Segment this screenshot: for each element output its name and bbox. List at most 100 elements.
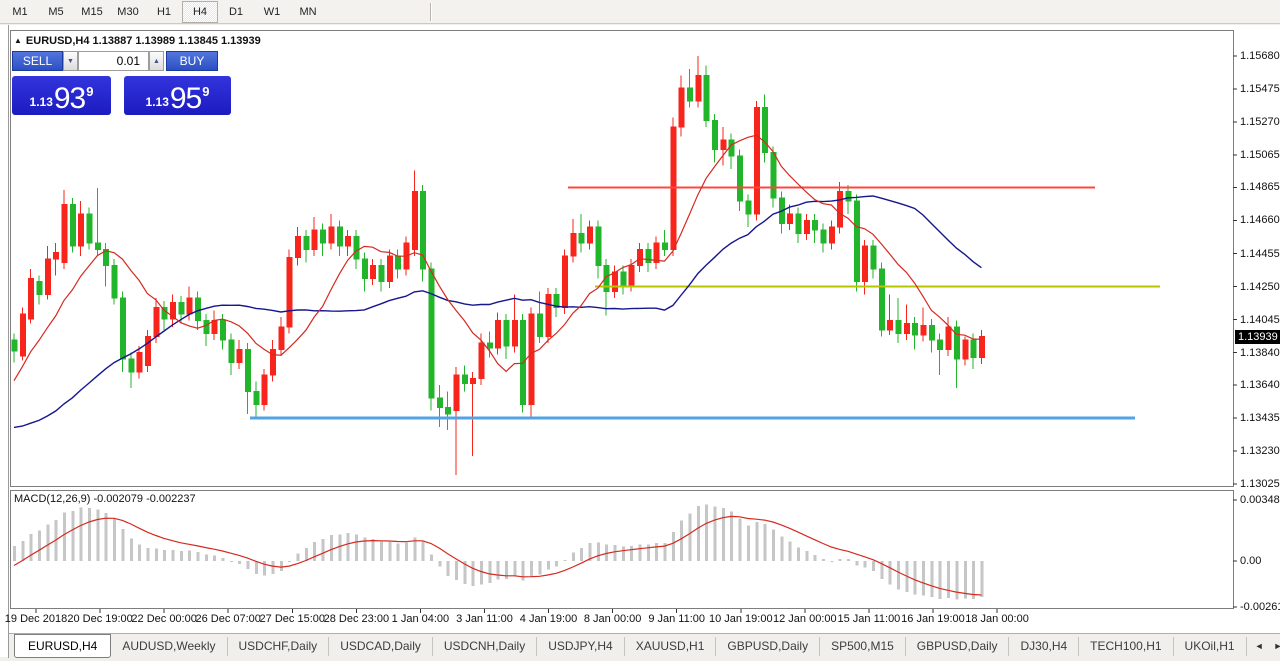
tab-scroll-right-icon[interactable]: ► — [1273, 641, 1280, 651]
buy-price-pip: 9 — [202, 84, 209, 99]
macd-histogram-bar — [772, 530, 775, 561]
time-tick-label: 22 Dec 00:00 — [131, 613, 196, 625]
volume-input[interactable]: 0.01 — [78, 51, 149, 71]
candle-body — [362, 259, 367, 278]
candle-body — [87, 214, 92, 243]
candle-body — [262, 375, 267, 404]
chart-tab-ukoil-h1[interactable]: UKOil,H1 — [1174, 637, 1247, 656]
price-tick-label: 1.15065 — [1240, 149, 1280, 161]
volume-increase-button[interactable]: ▲ — [149, 51, 164, 71]
macd-histogram-bar — [830, 561, 833, 562]
candle-body — [562, 256, 567, 308]
chart-tab-eurusd-h4[interactable]: EURUSD,H4 — [14, 634, 111, 658]
candle-body — [654, 243, 659, 262]
symbol-tabs: EURUSD,H4AUDUSD,WeeklyUSDCHF,DailyUSDCAD… — [14, 634, 1247, 658]
candle-body — [296, 237, 301, 258]
chart-tab-gbpusd-daily[interactable]: GBPUSD,Daily — [716, 637, 820, 656]
macd-histogram-bar — [739, 518, 742, 561]
time-tick-label: 28 Dec 23:00 — [324, 613, 389, 625]
candle-body — [821, 230, 826, 243]
buy-price-panel[interactable]: 1.13 95 9 — [124, 76, 231, 115]
candle-body — [704, 75, 709, 120]
candle-body — [854, 201, 859, 282]
chart-tab-audusd-weekly[interactable]: AUDUSD,Weekly — [111, 637, 227, 656]
candle-body — [112, 266, 117, 298]
macd-histogram-bar — [847, 559, 850, 561]
candle-body — [221, 320, 226, 339]
volume-decrease-button[interactable]: ▼ — [63, 51, 78, 71]
macd-histogram-bar — [472, 561, 475, 586]
candle-body — [879, 269, 884, 330]
macd-histogram-bar — [21, 541, 24, 561]
price-tick-label: 1.15680 — [1240, 50, 1280, 62]
candle-body — [629, 266, 634, 285]
macd-histogram-bar — [171, 550, 174, 561]
macd-tick-label: 0.003489 — [1240, 494, 1280, 506]
macd-histogram-bar — [222, 558, 225, 561]
price-tick-label: 1.13025 — [1240, 478, 1280, 490]
time-tick-label: 10 Jan 19:00 — [709, 613, 773, 625]
symbol-tabbar: EURUSD,H4AUDUSD,WeeklyUSDCHF,DailyUSDCAD… — [9, 633, 1280, 658]
macd-histogram-bar — [263, 561, 266, 575]
candle-body — [79, 214, 84, 246]
chart-ohlc-text: EURUSD,H4 1.13887 1.13989 1.13845 1.1393… — [26, 35, 261, 47]
macd-histogram-bar — [163, 550, 166, 561]
chart-tab-sp500-m15[interactable]: SP500,M15 — [820, 637, 906, 656]
macd-histogram-bar — [155, 549, 158, 561]
macd-histogram-bar — [597, 542, 600, 561]
macd-histogram-bar — [305, 548, 308, 561]
macd-histogram-bar — [405, 542, 408, 561]
chart-tab-tech100-h1[interactable]: TECH100,H1 — [1079, 637, 1173, 656]
candle-body — [62, 204, 67, 262]
chart-tab-usdjpy-h4[interactable]: USDJPY,H4 — [537, 637, 624, 656]
macd-histogram-bar — [272, 561, 275, 574]
macd-histogram-bar — [447, 561, 450, 576]
chart-tab-usdcnh-daily[interactable]: USDCNH,Daily — [433, 637, 537, 656]
buy-price-prefix: 1.13 — [146, 95, 169, 109]
macd-histogram-bar — [113, 519, 116, 561]
macd-histogram-bar — [980, 561, 983, 597]
candle-body — [746, 201, 751, 214]
macd-histogram-bar — [313, 542, 316, 561]
macd-histogram-bar — [522, 561, 525, 581]
macd-histogram-bar — [380, 542, 383, 561]
macd-histogram-bar — [714, 507, 717, 561]
candle-body — [788, 214, 793, 224]
macd-histogram-bar — [146, 548, 149, 561]
current-price-badge: 1.13939 — [1235, 330, 1280, 344]
chart-tab-xauusd-h1[interactable]: XAUUSD,H1 — [625, 637, 717, 656]
macd-histogram-bar — [280, 561, 283, 571]
tab-scroll-left-icon[interactable]: ◄ — [1255, 641, 1264, 651]
macd-histogram-bar — [288, 561, 291, 562]
candle-body — [54, 253, 59, 259]
macd-histogram-bar — [322, 539, 325, 561]
chart-tab-gbpusd-daily[interactable]: GBPUSD,Daily — [906, 637, 1010, 656]
macd-histogram-bar — [822, 559, 825, 561]
macd-histogram-bar — [397, 543, 400, 561]
candle-body — [846, 191, 851, 201]
candle-body — [888, 320, 893, 330]
candle-body — [187, 298, 192, 314]
macd-histogram-bar — [530, 561, 533, 576]
chart-tab-usdcad-daily[interactable]: USDCAD,Daily — [329, 637, 433, 656]
candle-body — [971, 340, 976, 358]
macd-histogram-bar — [672, 532, 675, 561]
time-tick-label: 18 Jan 00:00 — [965, 613, 1029, 625]
sell-button[interactable]: SELL — [12, 51, 63, 71]
buy-button[interactable]: BUY — [166, 51, 218, 71]
macd-histogram-bar — [180, 551, 183, 561]
sell-price-panel[interactable]: 1.13 93 9 — [12, 76, 111, 115]
macd-histogram-bar — [947, 561, 950, 598]
macd-histogram-bar — [96, 510, 99, 561]
macd-histogram-bar — [430, 554, 433, 561]
candle-body — [663, 243, 668, 249]
macd-histogram-bar — [372, 539, 375, 561]
macd-histogram-bar — [697, 506, 700, 561]
candle-body — [12, 340, 17, 351]
chart-tab-usdchf-daily[interactable]: USDCHF,Daily — [228, 637, 330, 656]
candle-body — [754, 108, 759, 214]
chart-tab-dj30-h4[interactable]: DJ30,H4 — [1009, 637, 1079, 656]
candle-body — [896, 320, 901, 333]
macd-histogram-bar — [255, 561, 258, 574]
macd-tick-label: 0.00 — [1240, 555, 1261, 567]
